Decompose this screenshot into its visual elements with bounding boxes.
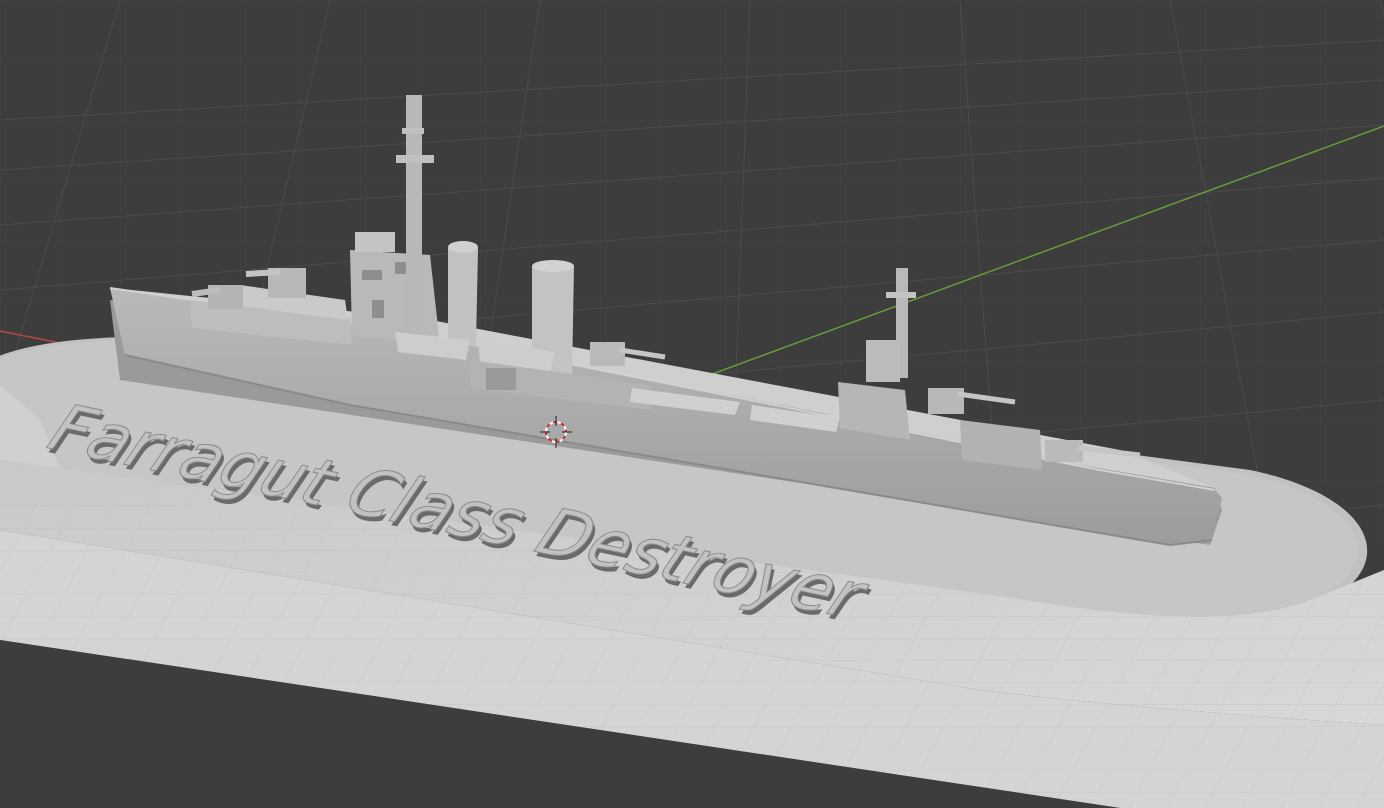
3d-viewport[interactable]: Farragut Class Destroyer Farragut Class … [0,0,1384,808]
viewport-canvas[interactable]: Farragut Class Destroyer Farragut Class … [0,0,1384,808]
